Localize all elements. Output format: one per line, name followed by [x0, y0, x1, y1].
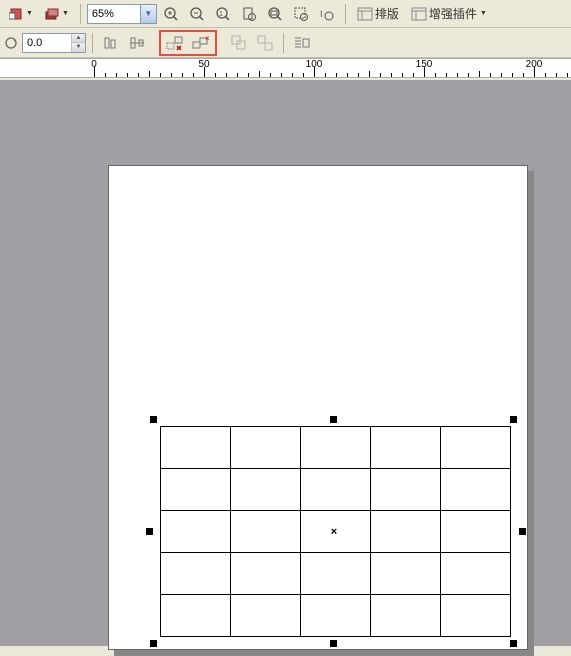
svg-text:I: I [320, 9, 323, 19]
table-cell[interactable] [161, 469, 231, 511]
enhance-plugin-button[interactable]: 增强插件 ▼ [406, 3, 492, 25]
layer-button[interactable]: ▼ [40, 3, 74, 25]
align-left-button[interactable] [99, 32, 123, 54]
insert-object-button[interactable]: ▼ [4, 3, 38, 25]
rotation-icon [4, 36, 18, 50]
selection-handle-e[interactable] [519, 528, 526, 535]
toolbar-secondary: 0.0 ▲ ▼ × [0, 28, 571, 58]
separator [92, 33, 93, 53]
group-button[interactable] [227, 32, 251, 54]
zoom-in-button[interactable] [159, 3, 183, 25]
table-cell[interactable] [161, 553, 231, 595]
table-cell[interactable] [441, 595, 511, 637]
separator [283, 33, 284, 53]
table-cell[interactable] [231, 511, 301, 553]
zoom-value[interactable]: 65% [88, 5, 140, 23]
table-cell[interactable] [371, 469, 441, 511]
chevron-down-icon: ▼ [26, 10, 33, 17]
table-cell[interactable] [161, 595, 231, 637]
rotation-value[interactable]: 0.0 [23, 34, 71, 52]
chevron-down-icon: ▼ [62, 10, 69, 17]
separator [345, 4, 346, 24]
table-cell[interactable] [301, 427, 371, 469]
selection-handle-n[interactable] [330, 416, 337, 423]
table-cell[interactable] [371, 553, 441, 595]
spinner-up-icon[interactable]: ▲ [72, 34, 85, 44]
table-cell[interactable] [301, 595, 371, 637]
selection-center-mark: × [331, 526, 337, 538]
spinner-down-icon[interactable]: ▼ [72, 43, 85, 52]
horizontal-ruler: 050100150200 [0, 58, 571, 78]
zoom-fit-width-button[interactable] [263, 3, 287, 25]
selection-handle-w[interactable] [146, 528, 153, 535]
table-cell[interactable] [371, 511, 441, 553]
align-center-button[interactable] [125, 32, 149, 54]
table-cell[interactable] [161, 511, 231, 553]
chevron-down-icon: ▼ [480, 10, 487, 17]
zoom-text-button[interactable]: I [315, 3, 339, 25]
toolbar-primary: ▼ ▼ 65% ▼ 1 I 排版 增强插件 ▼ [0, 0, 571, 28]
spinner-buttons[interactable]: ▲ ▼ [71, 34, 85, 52]
table-cell[interactable] [441, 553, 511, 595]
table-cell[interactable] [161, 427, 231, 469]
svg-text:×: × [205, 35, 210, 43]
separator [80, 4, 81, 24]
table-cell[interactable] [441, 511, 511, 553]
zoom-out-button[interactable] [185, 3, 209, 25]
selection-handle-ne[interactable] [510, 416, 517, 423]
table-cell[interactable] [371, 595, 441, 637]
typesetting-button[interactable]: 排版 [352, 3, 404, 25]
table-cell[interactable] [441, 427, 511, 469]
typesetting-label: 排版 [375, 5, 399, 22]
unlink-frame-button[interactable] [163, 32, 187, 54]
zoom-fit-page-button[interactable] [237, 3, 261, 25]
chevron-down-icon[interactable]: ▼ [140, 5, 156, 23]
highlighted-tool-group: × [159, 30, 217, 56]
zoom-actual-button[interactable]: 1 [211, 3, 235, 25]
table-cell[interactable] [301, 469, 371, 511]
ungroup-button[interactable] [253, 32, 277, 54]
table-cell[interactable] [231, 427, 301, 469]
svg-text:1: 1 [219, 11, 223, 18]
zoom-selection-button[interactable] [289, 3, 313, 25]
break-link-button[interactable]: × [189, 32, 213, 54]
enhance-plugin-label: 增强插件 [429, 5, 477, 22]
zoom-level-select[interactable]: 65% ▼ [87, 4, 157, 24]
table-cell[interactable] [301, 553, 371, 595]
text-flow-button[interactable] [290, 32, 314, 54]
table-cell[interactable] [231, 553, 301, 595]
table-cell[interactable] [231, 595, 301, 637]
selection-handle-nw[interactable] [150, 416, 157, 423]
table-cell[interactable] [371, 427, 441, 469]
canvas-area[interactable]: × [0, 80, 571, 646]
table-cell[interactable] [441, 469, 511, 511]
table-cell[interactable] [231, 469, 301, 511]
rotation-input[interactable]: 0.0 ▲ ▼ [22, 33, 86, 53]
